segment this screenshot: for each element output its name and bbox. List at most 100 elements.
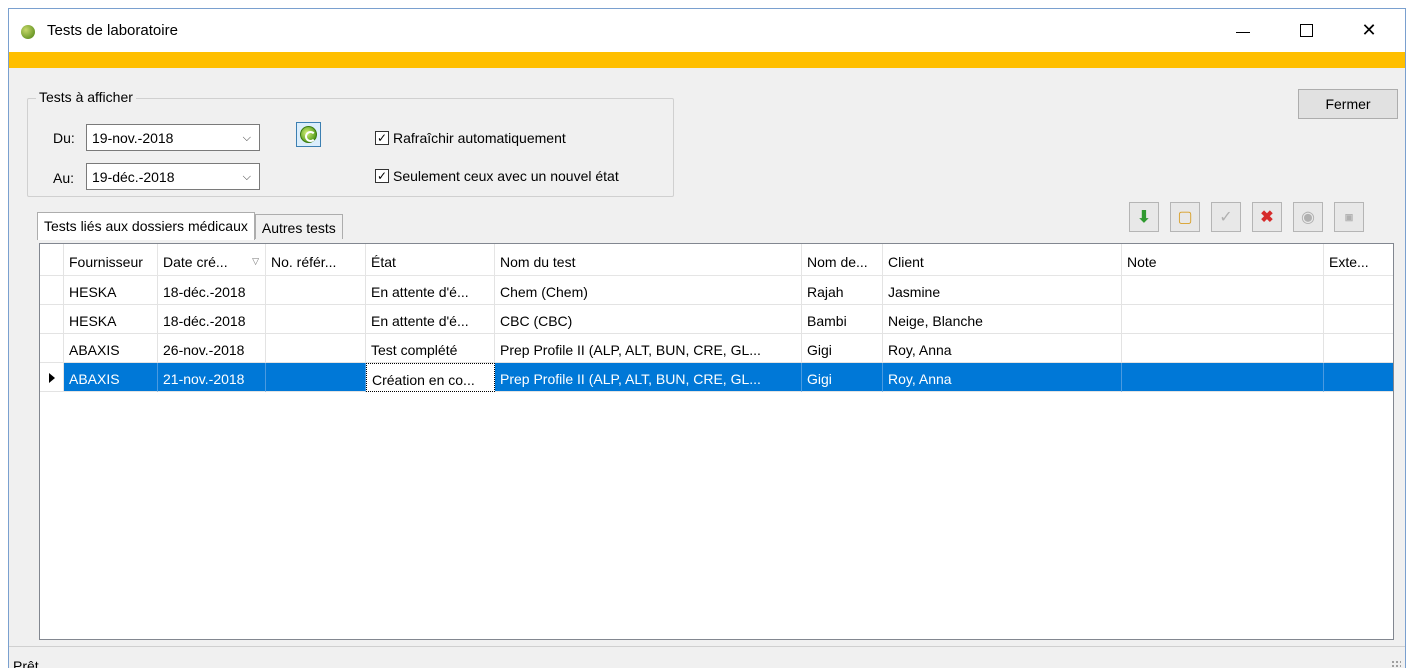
cell-note[interactable]: [1122, 305, 1324, 334]
pdf-icon: ▣: [1344, 211, 1354, 222]
cell-client[interactable]: Jasmine: [883, 276, 1122, 305]
to-date-picker[interactable]: 19-déc.-2018 ⌵: [86, 163, 260, 190]
new-state-option[interactable]: ✓ Seulement ceux avec un nouvel état: [375, 168, 619, 184]
grid-toolbar: ⬇ ▢ ✓ ✖ ◉ ▣: [1129, 202, 1364, 232]
cell-note[interactable]: [1122, 363, 1324, 392]
cell-client[interactable]: Neige, Blanche: [883, 305, 1122, 334]
from-date-label: Du:: [53, 130, 75, 146]
window-title: Tests de laboratoire: [47, 22, 178, 39]
cell-date-created[interactable]: 18-déc.-2018: [158, 276, 266, 305]
table-row[interactable]: HESKA 18-déc.-2018 En attente d'é... CBC…: [40, 305, 1393, 334]
new-state-label: Seulement ceux avec un nouvel état: [393, 168, 619, 184]
cell-external[interactable]: [1324, 276, 1393, 305]
maximize-button[interactable]: [1283, 9, 1329, 52]
chevron-down-icon[interactable]: ⌵: [243, 171, 251, 184]
download-icon: ⬇: [1137, 209, 1151, 226]
new-state-checkbox[interactable]: ✓: [375, 169, 389, 183]
column-header-date-created[interactable]: Date cré... ▽: [158, 244, 266, 276]
cell-client[interactable]: Roy, Anna: [883, 334, 1122, 363]
delete-button[interactable]: ✖: [1252, 202, 1282, 232]
cell-client[interactable]: Roy, Anna: [883, 363, 1122, 392]
status-bar: Prêt: [9, 646, 1405, 668]
cell-external[interactable]: [1324, 363, 1393, 392]
download-button[interactable]: ⬇: [1129, 202, 1159, 232]
cell-state[interactable]: Test complété: [366, 334, 495, 363]
to-date-value: 19-déc.-2018: [92, 169, 175, 185]
close-icon: ✕: [1361, 20, 1377, 40]
tab-other-tests[interactable]: Autres tests: [254, 214, 343, 239]
from-date-value: 19-nov.-2018: [92, 130, 174, 146]
cell-patient-name[interactable]: Gigi: [802, 334, 883, 363]
grid-header-row: Fournisseur Date cré... ▽ No. référ... É…: [40, 244, 1393, 276]
window-close-button[interactable]: ✕: [1346, 9, 1392, 52]
resize-grip-icon[interactable]: [1391, 660, 1401, 668]
table-row-selected[interactable]: ABAXIS 21-nov.-2018 Création en co... Pr…: [40, 363, 1393, 392]
cell-supplier[interactable]: ABAXIS: [64, 363, 158, 392]
fermer-button[interactable]: Fermer: [1298, 89, 1398, 119]
table-row[interactable]: ABAXIS 26-nov.-2018 Test complété Prep P…: [40, 334, 1393, 363]
cell-test-name[interactable]: Prep Profile II (ALP, ALT, BUN, CRE, GL.…: [495, 363, 802, 392]
open-button[interactable]: ▢: [1170, 202, 1200, 232]
column-header-supplier[interactable]: Fournisseur: [64, 244, 158, 276]
tab-medical-records-tests[interactable]: Tests liés aux dossiers médicaux: [37, 212, 255, 240]
minimize-button[interactable]: [1220, 9, 1266, 52]
cell-reference-number[interactable]: [266, 334, 366, 363]
cell-test-name[interactable]: Prep Profile II (ALP, ALT, BUN, CRE, GL.…: [495, 334, 802, 363]
cell-state[interactable]: En attente d'é...: [366, 276, 495, 305]
cell-patient-name[interactable]: Gigi: [802, 363, 883, 392]
column-header-client[interactable]: Client: [883, 244, 1122, 276]
minimize-icon: [1236, 32, 1250, 33]
cell-reference-number[interactable]: [266, 363, 366, 392]
row-header[interactable]: [40, 276, 64, 305]
cell-date-created[interactable]: 26-nov.-2018: [158, 334, 266, 363]
cell-date-created[interactable]: 21-nov.-2018: [158, 363, 266, 392]
refresh-button[interactable]: [296, 122, 321, 147]
cell-reference-number[interactable]: [266, 276, 366, 305]
cell-external[interactable]: [1324, 305, 1393, 334]
cell-date-created[interactable]: 18-déc.-2018: [158, 305, 266, 334]
column-header-state[interactable]: État: [366, 244, 495, 276]
cell-note[interactable]: [1122, 276, 1324, 305]
from-date-picker[interactable]: 19-nov.-2018 ⌵: [86, 124, 260, 151]
cell-external[interactable]: [1324, 334, 1393, 363]
auto-refresh-checkbox[interactable]: ✓: [375, 131, 389, 145]
lab-tests-grid[interactable]: Fournisseur Date cré... ▽ No. référ... É…: [39, 243, 1394, 640]
column-header-patient-name[interactable]: Nom de...: [802, 244, 883, 276]
cell-supplier[interactable]: ABAXIS: [64, 334, 158, 363]
app-icon: [21, 25, 35, 39]
cell-patient-name[interactable]: Rajah: [802, 276, 883, 305]
cell-patient-name[interactable]: Bambi: [802, 305, 883, 334]
approve-button[interactable]: ✓: [1211, 202, 1241, 232]
row-header[interactable]: [40, 334, 64, 363]
table-row[interactable]: HESKA 18-déc.-2018 En attente d'é... Che…: [40, 276, 1393, 305]
column-header-test-name[interactable]: Nom du test: [495, 244, 802, 276]
pdf-button[interactable]: ▣: [1334, 202, 1364, 232]
cell-note[interactable]: [1122, 334, 1324, 363]
maximize-icon: [1299, 24, 1313, 37]
cell-reference-number[interactable]: [266, 305, 366, 334]
cell-supplier[interactable]: HESKA: [64, 305, 158, 334]
approve-icon: ✓: [1219, 209, 1233, 226]
column-header-external[interactable]: Exte...: [1324, 244, 1393, 276]
cell-test-name[interactable]: CBC (CBC): [495, 305, 802, 334]
auto-refresh-option[interactable]: ✓ Rafraîchir automatiquement: [375, 130, 566, 146]
web-view-button[interactable]: ◉: [1293, 202, 1323, 232]
accent-bar: [9, 52, 1405, 68]
delete-icon: ✖: [1260, 209, 1274, 226]
cell-test-name[interactable]: Chem (Chem): [495, 276, 802, 305]
row-header-corner: [40, 244, 64, 276]
column-header-reference-number[interactable]: No. référ...: [266, 244, 366, 276]
cell-supplier[interactable]: HESKA: [64, 276, 158, 305]
cell-state[interactable]: En attente d'é...: [366, 305, 495, 334]
status-text: Prêt: [13, 658, 39, 668]
column-header-note[interactable]: Note: [1122, 244, 1324, 276]
open-folder-icon: ▢: [1177, 209, 1193, 226]
web-view-icon: ◉: [1301, 209, 1315, 226]
column-header-date-created-label: Date cré...: [163, 254, 228, 270]
row-header[interactable]: [40, 363, 64, 392]
cell-state[interactable]: Création en co...: [366, 363, 495, 392]
row-header[interactable]: [40, 305, 64, 334]
current-row-indicator-icon: [49, 373, 55, 383]
tab-strip: Tests liés aux dossiers médicaux Autres …: [37, 212, 343, 240]
chevron-down-icon[interactable]: ⌵: [243, 132, 251, 145]
